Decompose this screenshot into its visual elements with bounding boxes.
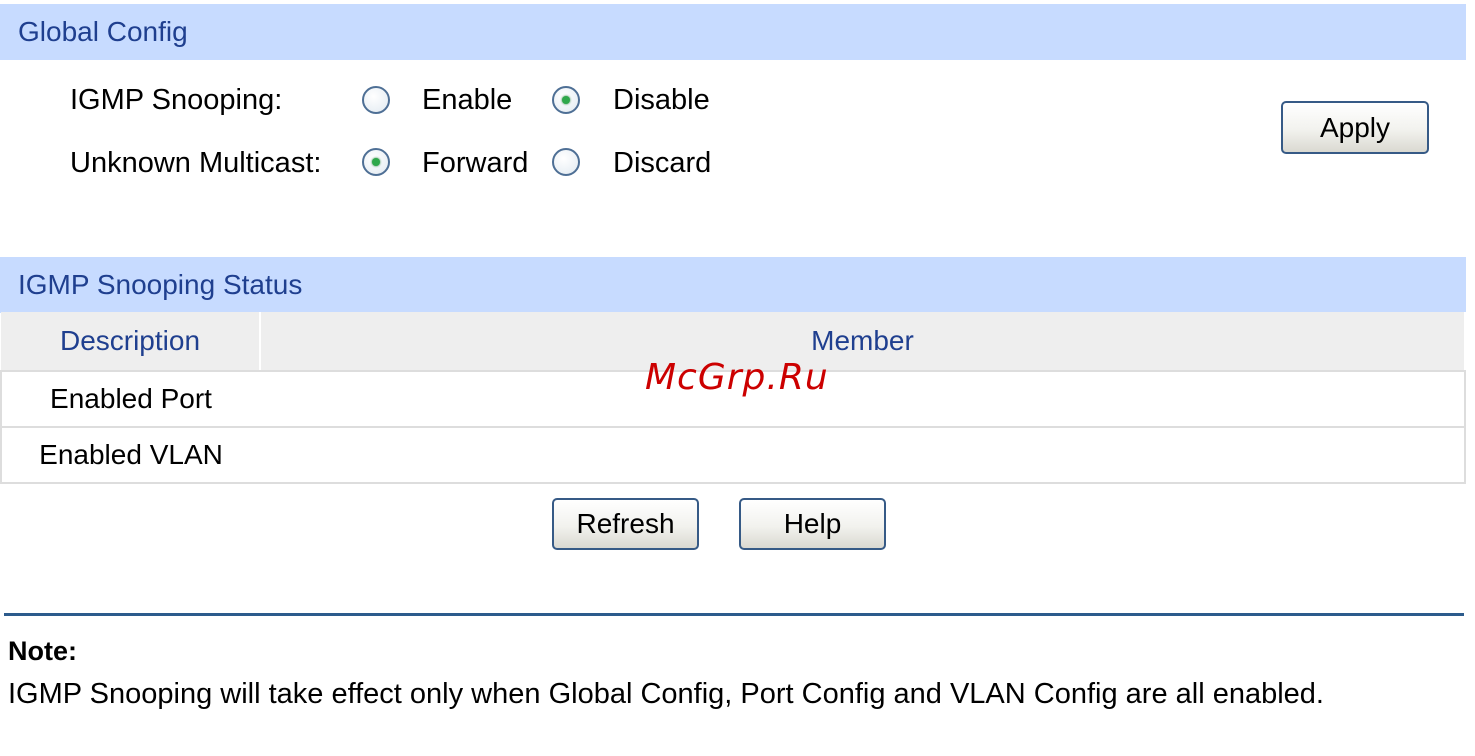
igmp-disable-radio[interactable] xyxy=(552,86,580,114)
multicast-forward-label[interactable]: Forward xyxy=(422,145,528,181)
enabled-vlan-description: Enabled VLAN xyxy=(0,427,260,484)
igmp-enable-label[interactable]: Enable xyxy=(422,82,512,118)
note-title: Note: xyxy=(8,636,77,666)
igmp-status-header: IGMP Snooping Status xyxy=(0,257,1466,313)
note-text: IGMP Snooping will take effect only when… xyxy=(8,678,1324,710)
igmp-enable-radio[interactable] xyxy=(362,86,390,114)
enabled-vlan-member xyxy=(260,427,1466,484)
igmp-disable-label[interactable]: Disable xyxy=(613,82,710,118)
unknown-multicast-label: Unknown Multicast: xyxy=(70,147,322,179)
global-config-header: Global Config xyxy=(0,4,1466,60)
enabled-port-description: Enabled Port xyxy=(0,371,260,428)
multicast-discard-radio[interactable] xyxy=(552,148,580,176)
multicast-discard-label[interactable]: Discard xyxy=(613,145,711,181)
help-button[interactable]: Help xyxy=(739,498,886,550)
watermark-text: McGrp.Ru xyxy=(645,357,829,398)
description-column-header: Description xyxy=(1,312,261,372)
apply-button[interactable]: Apply xyxy=(1281,101,1429,154)
enabled-port-member xyxy=(260,371,1466,428)
refresh-button[interactable]: Refresh xyxy=(552,498,699,550)
note-divider xyxy=(4,613,1464,616)
igmp-status-table: Description Member Enabled Port Enabled … xyxy=(0,312,1466,484)
table-row: Enabled VLAN xyxy=(0,427,1466,484)
member-column-header: Member xyxy=(260,312,1466,372)
multicast-forward-radio[interactable] xyxy=(362,148,390,176)
igmp-snooping-label: IGMP Snooping: xyxy=(70,84,283,116)
